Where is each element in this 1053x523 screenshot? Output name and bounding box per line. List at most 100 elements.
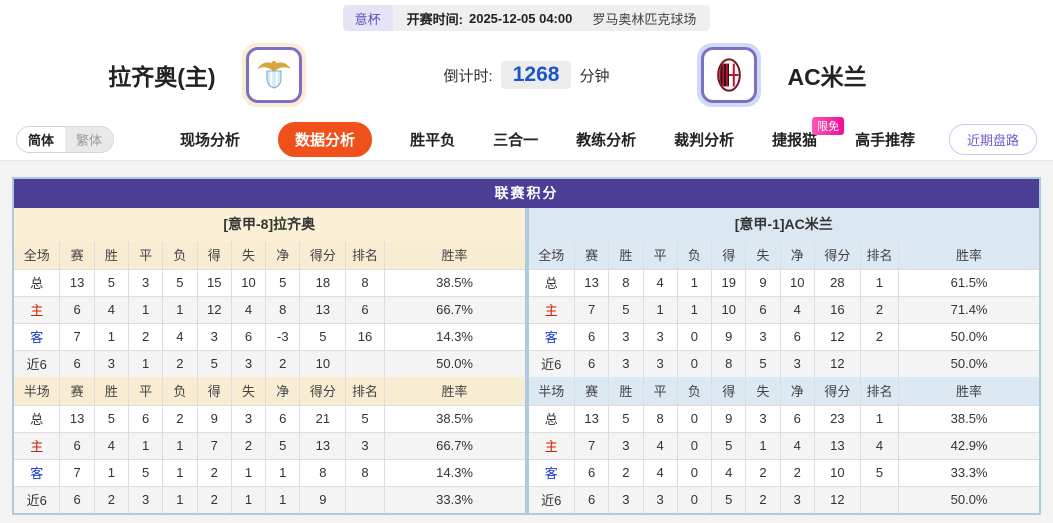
nav-tab-6[interactable]: 捷报猫 限免	[772, 117, 845, 150]
column-header: 失	[745, 377, 781, 406]
away-team-logo	[697, 43, 762, 107]
column-header: 赛	[573, 241, 610, 270]
stat-cell: 13	[573, 268, 610, 297]
language-toggle[interactable]: 简体 繁体	[16, 126, 115, 153]
stat-cell: 5	[299, 322, 347, 351]
nav-tab-2[interactable]: 胜平负	[410, 129, 455, 150]
away-full-match-table: 全场赛胜平负得失净得分 排名 胜率总 13 8 4 1 19 9 10 28 1 61.5% 主 7 5 1 1 1…	[528, 241, 1039, 377]
stat-cell: 12	[196, 295, 232, 324]
stat-cell: 3	[608, 485, 644, 513]
stat-cell: 21	[299, 404, 347, 433]
nav-tab-0[interactable]: 现场分析	[180, 129, 240, 150]
stat-cell: 0	[676, 349, 713, 377]
limited-free-badge: 限免	[812, 117, 845, 135]
column-header: 胜率	[383, 377, 525, 406]
league-standings-panel: 联赛积分 [意甲-8]拉齐奥 全场赛胜平负得失净得分 排名 胜率总 13 5 3 5 15 10…	[12, 177, 1041, 515]
stat-cell: 5	[265, 431, 301, 460]
nav-tab-label: 高手推荐	[855, 132, 916, 149]
stat-cell: 3	[230, 349, 267, 377]
stat-cell: 2	[608, 458, 644, 487]
column-header: 得	[196, 241, 232, 270]
stat-cell: 3	[93, 349, 130, 377]
column-header: 得分	[299, 241, 347, 270]
column-header: 负	[676, 377, 713, 406]
stat-cell: 6	[779, 404, 815, 433]
stat-cell: 0	[676, 458, 713, 487]
nav-tab-3[interactable]: 三合一	[493, 129, 538, 150]
stat-cell: 3	[127, 268, 164, 297]
row-label: 主	[14, 431, 61, 460]
column-header: 得分	[299, 377, 347, 406]
table-row: 总 13 8 4 1 19 9 10 28 1 61.5%	[528, 268, 1039, 297]
stat-cell: 10	[711, 295, 747, 324]
row-label: 客	[528, 322, 575, 351]
column-header: 胜	[93, 377, 130, 406]
table-row: 总 13 5 3 5 15 10 5 18 8 38.5%	[14, 268, 525, 297]
row-label: 客	[14, 458, 61, 487]
table-row: 主 7 5 1 1 10 6 4 16 2 71.4%	[528, 295, 1039, 324]
away-section-title: [意甲-1]AC米兰	[528, 208, 1039, 241]
home-team-name: 拉齐奥(主)	[108, 64, 216, 90]
lang-simplified[interactable]: 简体	[17, 127, 66, 152]
nav-tab-4[interactable]: 教练分析	[576, 129, 636, 150]
stat-cell: 13	[59, 268, 95, 297]
away-team-name: AC米兰	[787, 64, 867, 90]
stat-cell: 4	[162, 322, 198, 351]
row-label: 主	[528, 295, 575, 324]
stat-cell: 1	[230, 458, 267, 487]
stat-cell: 5	[711, 485, 747, 513]
countdown-label: 倒计时:	[443, 67, 493, 85]
nav-tab-label: 胜平负	[410, 132, 456, 149]
stat-cell: 1	[127, 295, 164, 324]
match-info-pill: 意杯 开赛时间: 2025-12-05 04:00 罗马奥林匹克球场	[342, 5, 711, 31]
stat-cell: 23	[813, 404, 861, 433]
stat-cell: 5	[711, 431, 747, 460]
column-header: 胜率	[898, 241, 1039, 270]
stat-cell: 50.0%	[898, 349, 1039, 377]
stat-cell: 1	[745, 431, 781, 460]
column-header: 赛	[573, 377, 610, 406]
stat-cell: 5	[608, 404, 644, 433]
standings-title: 联赛积分	[14, 179, 1039, 208]
column-header: 得	[711, 241, 747, 270]
lang-traditional[interactable]: 繁体	[65, 127, 114, 152]
stat-cell: 1	[127, 349, 164, 377]
stat-cell: 12	[813, 322, 861, 351]
match-info-bar: 意杯 开赛时间: 2025-12-05 04:00 罗马奥林匹克球场	[0, 0, 1053, 31]
stat-cell: 1	[859, 404, 900, 433]
stat-cell: 1	[162, 485, 198, 513]
nav-tab-1[interactable]: 数据分析	[278, 122, 373, 157]
column-header: 排名	[859, 377, 900, 406]
stat-cell: 4	[93, 295, 130, 324]
column-header: 净	[265, 241, 301, 270]
stat-cell: 12	[813, 349, 861, 377]
column-header: 排名	[345, 241, 385, 270]
table-row: 主 7 3 4 0 5 1 4 13 4 42.9%	[528, 431, 1039, 460]
stat-cell: 6	[59, 485, 95, 513]
stat-cell: 2	[230, 431, 267, 460]
nav-tab-5[interactable]: 裁判分析	[674, 129, 734, 150]
stat-cell: 0	[676, 431, 713, 460]
stat-cell: 8	[711, 349, 747, 377]
stat-cell: 5	[162, 268, 198, 297]
nav-tab-7[interactable]: 高手推荐	[855, 129, 915, 150]
stat-cell: 18	[299, 268, 347, 297]
row-label: 近6	[528, 349, 575, 377]
stat-cell: 6	[59, 295, 95, 324]
ac-milan-crest-icon	[701, 47, 758, 103]
stat-cell: 6	[230, 322, 267, 351]
stat-cell: 6	[345, 295, 385, 324]
nav-tab-label: 数据分析	[295, 132, 356, 149]
stat-cell: 6	[573, 458, 610, 487]
stat-cell: 13	[813, 431, 861, 460]
home-team-logo	[241, 43, 306, 107]
row-label: 总	[528, 268, 575, 297]
stat-cell: 4	[642, 268, 678, 297]
stat-cell: 6	[573, 485, 610, 513]
recent-trends-button[interactable]: 近期盘路	[948, 124, 1037, 155]
stat-cell: 7	[59, 458, 95, 487]
column-header: 胜	[608, 241, 644, 270]
column-header: 全场	[528, 241, 575, 270]
stat-cell: 3	[745, 322, 781, 351]
column-header: 平	[127, 241, 164, 270]
